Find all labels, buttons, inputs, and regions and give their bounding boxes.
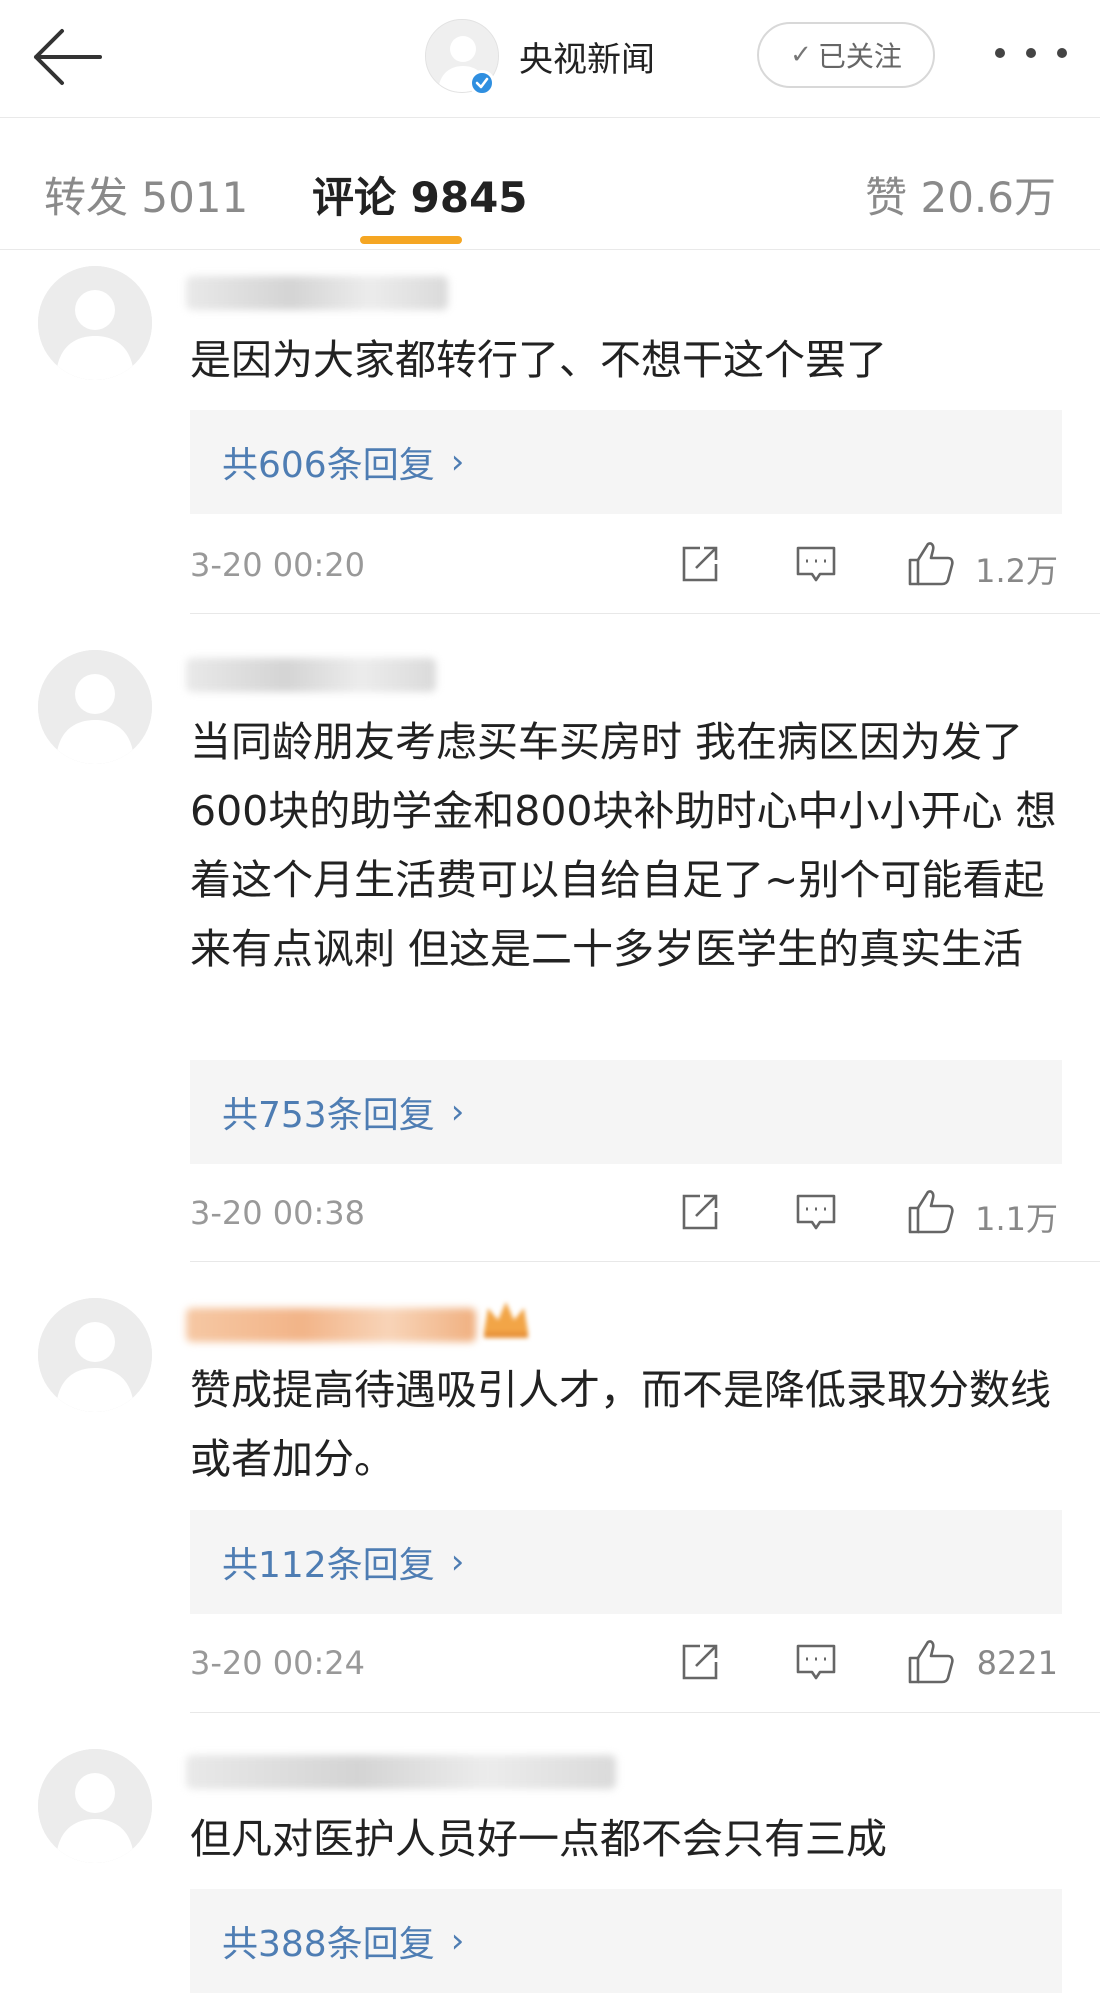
share-icon[interactable] (678, 1640, 722, 1684)
tab-like[interactable]: 赞 20.6万 (865, 164, 1056, 225)
thumbs-up-icon[interactable] (906, 1636, 956, 1686)
more-dots-icon[interactable] (995, 38, 1067, 68)
comment-replies-link[interactable]: 共753条回复 › (190, 1060, 1062, 1164)
default-avatar-icon (38, 266, 152, 380)
member-crown-icon (480, 1296, 532, 1340)
share-icon[interactable] (678, 542, 722, 586)
comment-avatar[interactable] (38, 1749, 152, 1863)
comment-text: 当同龄朋友考虑买车买房时 我在病区因为发了600块的助学金和800块补助时心中小… (190, 718, 1057, 973)
comment-avatar[interactable] (38, 1298, 152, 1412)
thumbs-up-icon[interactable] (906, 538, 956, 588)
comment-replies-link[interactable]: 共112条回复 › (190, 1510, 1062, 1614)
comment-time: 3-20 00:20 (190, 546, 366, 584)
back-button[interactable] (28, 24, 108, 90)
like-count: 8221 (976, 1644, 1058, 1682)
comment-footer: 3-20 00:20 1.2万 (190, 540, 1062, 592)
comment-avatar[interactable] (38, 650, 152, 764)
comment-replies-link[interactable]: 共606条回复 › (190, 410, 1062, 514)
verified-badge-icon (469, 70, 495, 96)
thumbs-up-icon[interactable] (906, 1186, 956, 1236)
replies-count: 共388条回复 (222, 1924, 435, 1965)
top-bar: 央视新闻 ✓ 已关注 (0, 0, 1100, 118)
comment-avatar[interactable] (38, 266, 152, 380)
comment-item: 赞成提高待遇吸引人才，而不是降低录取分数线或者加分。 共112条回复 › 3-2… (0, 1262, 1100, 1713)
comment-username-redacted (186, 276, 448, 310)
comment-replies-link[interactable]: 共388条回复 › (190, 1889, 1062, 1993)
replies-count: 共606条回复 (222, 445, 435, 486)
default-avatar-icon (38, 1298, 152, 1412)
default-avatar-icon (38, 1749, 152, 1863)
comment-item: 当同龄朋友考虑买车买房时 我在病区因为发了600块的助学金和800块补助时心中小… (0, 614, 1100, 1262)
replies-count: 共112条回复 (222, 1545, 435, 1586)
tab-comment[interactable]: 评论 9845 (312, 164, 528, 225)
reply-icon[interactable] (794, 1190, 838, 1234)
follow-label: 已关注 (817, 40, 902, 73)
comment-footer: 3-20 00:24 8221 (190, 1638, 1062, 1690)
account-header[interactable]: 央视新闻 (425, 16, 655, 96)
replies-count: 共753条回复 (222, 1095, 435, 1136)
comment-username-redacted (186, 658, 436, 692)
checkmark-icon: ✓ (790, 40, 812, 70)
like-count: 1.1万 (975, 1200, 1058, 1238)
chevron-right-icon: › (450, 1921, 465, 1961)
comment-item: 是因为大家都转行了、不想干这个罢了 共606条回复 › 3-20 00:20 1… (0, 250, 1100, 614)
comment-time: 3-20 00:24 (190, 1644, 366, 1682)
follow-button[interactable]: ✓ 已关注 (757, 22, 935, 88)
active-tab-indicator (360, 236, 462, 244)
account-name[interactable]: 央视新闻 (519, 32, 655, 81)
comment-text: 但凡对医护人员好一点都不会只有三成 (190, 1815, 887, 1863)
share-icon[interactable] (678, 1190, 722, 1234)
like-count: 1.2万 (975, 552, 1058, 590)
arrow-left-icon (34, 29, 102, 85)
comment-footer: 3-20 00:38 1.1万 (190, 1188, 1062, 1240)
reply-icon[interactable] (794, 1640, 838, 1684)
comment-time: 3-20 00:38 (190, 1194, 366, 1232)
chevron-right-icon: › (450, 1092, 465, 1132)
comment-text: 赞成提高待遇吸引人才，而不是降低录取分数线或者加分。 (190, 1366, 1051, 1483)
tab-repost[interactable]: 转发 5011 (44, 164, 248, 225)
comment-username-redacted (186, 1755, 616, 1789)
chevron-right-icon: › (450, 442, 465, 482)
comment-item: 但凡对医护人员好一点都不会只有三成 共388条回复 › (0, 1713, 1100, 1993)
comment-text: 是因为大家都转行了、不想干这个罢了 (190, 336, 887, 384)
comment-username-redacted (186, 1308, 476, 1342)
chevron-right-icon: › (450, 1542, 465, 1582)
reply-icon[interactable] (794, 542, 838, 586)
default-avatar-icon (38, 650, 152, 764)
tab-bar: 转发 5011 评论 9845 赞 20.6万 (0, 118, 1100, 250)
